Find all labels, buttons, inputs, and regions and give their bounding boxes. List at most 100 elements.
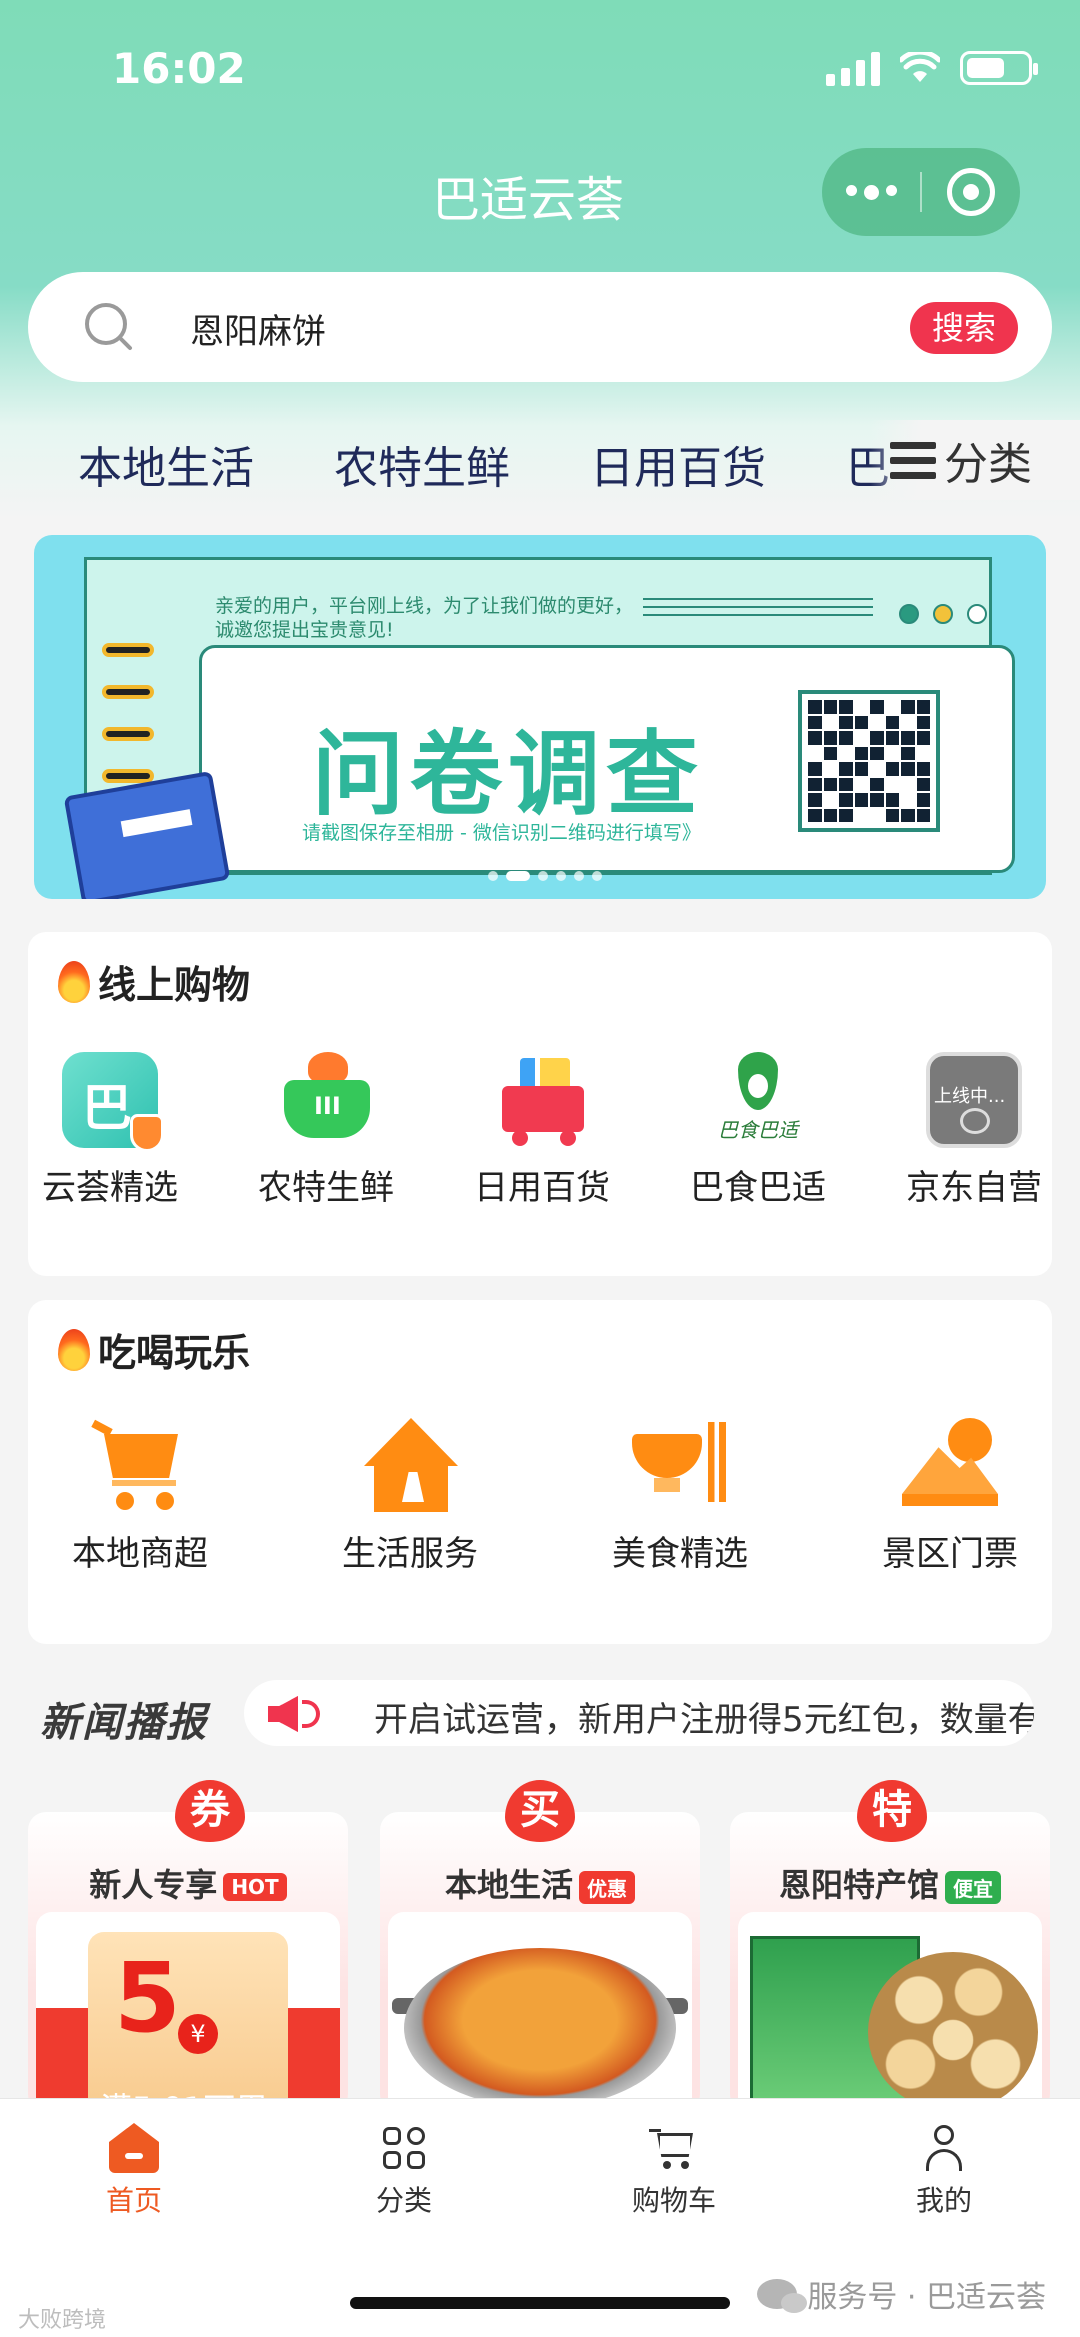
search-icon bbox=[85, 303, 132, 350]
eat-play-title: 吃喝玩乐 bbox=[58, 1322, 250, 1377]
eat-play-title-text: 吃喝玩乐 bbox=[98, 1331, 251, 1375]
online-shopping-title: 线上购物 bbox=[58, 954, 250, 1009]
vegetable-basket-icon bbox=[278, 1052, 374, 1148]
promo-tag: 优惠 bbox=[579, 1870, 635, 1904]
notebook-rings bbox=[102, 643, 154, 783]
promo-image: 5 ¥ 满5.01可用 bbox=[36, 1912, 340, 2112]
online-shopping-title-text: 线上购物 bbox=[98, 963, 251, 1007]
shop-item-label: 农特生鲜 bbox=[258, 1168, 394, 1208]
battery-icon bbox=[960, 51, 1038, 85]
more-icon[interactable] bbox=[822, 184, 920, 200]
banner-indicator bbox=[488, 871, 602, 881]
promo-image-hotpot bbox=[388, 1912, 692, 2112]
category-tabs: 本地生活 农特生鲜 日用百货 巴 分类 bbox=[0, 420, 1080, 500]
tab-label: 我的 bbox=[915, 2184, 972, 2217]
category-tab-local-life[interactable]: 本地生活 bbox=[78, 432, 254, 496]
wifi-icon bbox=[900, 52, 940, 82]
shop-item-agri-fresh[interactable]: 农特生鲜 bbox=[246, 1052, 406, 1209]
app-logo-icon bbox=[62, 1052, 164, 1152]
bashi-logo-icon: 巴食巴适 bbox=[710, 1052, 806, 1148]
promo-title: 恩阳特产馆 便宜 bbox=[730, 1860, 1050, 1906]
shop-item-label: 日用百货 bbox=[474, 1168, 610, 1208]
category-tab-agri-fresh[interactable]: 农特生鲜 bbox=[334, 432, 510, 496]
cart-icon bbox=[649, 2123, 699, 2173]
play-item-tickets[interactable]: 景区门票 bbox=[850, 1418, 1050, 1575]
bashi-logo-text: 巴食巴适 bbox=[718, 1118, 798, 1142]
promo-badge-buy: 买 bbox=[505, 1780, 575, 1842]
news-ticker[interactable]: 新闻播报 开启试运营，新用户注册得5元红包，数量有限 bbox=[0, 1676, 1080, 1750]
tab-label: 首页 bbox=[105, 2184, 162, 2217]
promo-tag: 便宜 bbox=[945, 1870, 1001, 1904]
category-more-button[interactable]: 分类 bbox=[870, 420, 1080, 500]
eat-play-card: 吃喝玩乐 本地商超 生活服务 美食精选 景区门票 bbox=[28, 1300, 1052, 1644]
close-target-icon[interactable] bbox=[922, 168, 1020, 216]
tab-cart[interactable]: 购物车 bbox=[574, 2123, 774, 2219]
miniprogram-capsule bbox=[822, 148, 1020, 236]
menu-icon bbox=[890, 441, 936, 479]
coupon-value: 5 bbox=[114, 1942, 181, 2054]
online-shopping-card: 线上购物 云荟精选 农特生鲜 日用百货 巴食巴适 巴食巴适 上线中... 京东自… bbox=[28, 932, 1052, 1276]
play-item-label: 景区门票 bbox=[882, 1534, 1018, 1574]
status-bar: 16:02 bbox=[0, 0, 1080, 140]
watermark-text: 服务号 · 巴适云荟 bbox=[807, 2280, 1046, 2315]
watermark: 服务号 · 巴适云荟 bbox=[757, 2272, 1046, 2316]
biscuits-image bbox=[868, 1952, 1038, 2112]
tab-label: 购物车 bbox=[631, 2184, 716, 2217]
play-item-supermarket[interactable]: 本地商超 bbox=[40, 1418, 240, 1575]
play-item-food[interactable]: 美食精选 bbox=[580, 1418, 780, 1575]
promo-title: 本地生活 优惠 bbox=[380, 1860, 700, 1906]
window-dots-icon bbox=[899, 604, 987, 624]
signal-icon bbox=[826, 50, 880, 86]
tab-mine[interactable]: 我的 bbox=[844, 2123, 1044, 2219]
home-indicator bbox=[350, 2297, 730, 2309]
category-tab-daily-goods[interactable]: 日用百货 bbox=[590, 432, 766, 496]
search-input[interactable]: 恩阳麻饼 bbox=[190, 304, 326, 353]
bowl-chopsticks-icon bbox=[632, 1418, 728, 1514]
promo-title-text: 新人专享 bbox=[89, 1866, 218, 1904]
tab-home[interactable]: 首页 bbox=[34, 2123, 234, 2219]
promo-newcomer[interactable]: 新人专享HOT 5 ¥ 满5.01可用 bbox=[28, 1812, 348, 2112]
play-item-label: 美食精选 bbox=[612, 1534, 748, 1574]
promo-title: 新人专享 HOT bbox=[28, 1860, 348, 1906]
play-item-label: 生活服务 bbox=[342, 1534, 478, 1574]
play-item-life-service[interactable]: 生活服务 bbox=[310, 1418, 510, 1575]
news-logo: 新闻播报 bbox=[40, 1700, 208, 1746]
tab-label: 分类 bbox=[375, 2184, 432, 2217]
shop-item-label: 巴食巴适 bbox=[690, 1168, 826, 1208]
survey-title: 问卷调查 bbox=[312, 721, 705, 828]
shop-item-daily-goods[interactable]: 日用百货 bbox=[462, 1052, 622, 1209]
flame-icon bbox=[58, 960, 90, 1003]
shop-item-label: 京东自营 bbox=[906, 1168, 1042, 1208]
hotpot-image bbox=[404, 1948, 676, 2108]
wechat-icon bbox=[757, 2279, 808, 2313]
speaker-icon bbox=[268, 1694, 324, 1734]
search-button[interactable]: 搜索 bbox=[910, 302, 1018, 354]
coupon-currency: ¥ bbox=[178, 2014, 218, 2054]
shop-item-label: 云荟精选 bbox=[42, 1168, 178, 1208]
promo-badge-coupon: 券 bbox=[175, 1780, 245, 1842]
flame-icon bbox=[58, 1328, 90, 1371]
promo-badge-special: 特 bbox=[857, 1780, 927, 1842]
promo-local-life[interactable]: 本地生活 优惠 bbox=[380, 1812, 700, 2112]
survey-subtitle: 请截图保存至相册 - 微信识别二维码进行填写》 bbox=[302, 822, 701, 844]
shop-item-jd[interactable]: 上线中... 京东自营 bbox=[894, 1052, 1054, 1209]
mountain-sun-icon bbox=[902, 1418, 998, 1514]
news-text: 开启试运营，新用户注册得5元红包，数量有限 bbox=[374, 1700, 1034, 1740]
home-icon bbox=[109, 2123, 159, 2173]
category-more-label: 分类 bbox=[944, 439, 1032, 490]
watermark-left: 大败跨境 bbox=[18, 2308, 107, 2333]
news-bubble[interactable]: 开启试运营，新用户注册得5元红包，数量有限 bbox=[244, 1680, 1034, 1746]
search-bar[interactable]: 恩阳麻饼 搜索 bbox=[28, 272, 1052, 382]
survey-banner[interactable]: 亲爱的用户，平台刚上线，为了让我们做的更好，诚邀您提出宝贵意见! 问卷调查 请截… bbox=[34, 535, 1046, 899]
shopping-cart-icon bbox=[494, 1052, 590, 1148]
category-grid-icon bbox=[379, 2123, 429, 2173]
shop-item-bashi[interactable]: 巴食巴适 巴食巴适 bbox=[678, 1052, 838, 1209]
supermarket-cart-icon bbox=[91, 1418, 188, 1514]
play-item-label: 本地商超 bbox=[72, 1534, 208, 1574]
qr-code-icon bbox=[798, 690, 940, 832]
promo-tag: HOT bbox=[223, 1873, 287, 1901]
promo-specialty[interactable]: 恩阳特产馆 便宜 bbox=[730, 1812, 1050, 2112]
shop-item-yunhui[interactable]: 云荟精选 bbox=[30, 1052, 190, 1209]
promo-title-text: 恩阳特产馆 bbox=[778, 1866, 939, 1904]
tab-category[interactable]: 分类 bbox=[304, 2123, 504, 2219]
